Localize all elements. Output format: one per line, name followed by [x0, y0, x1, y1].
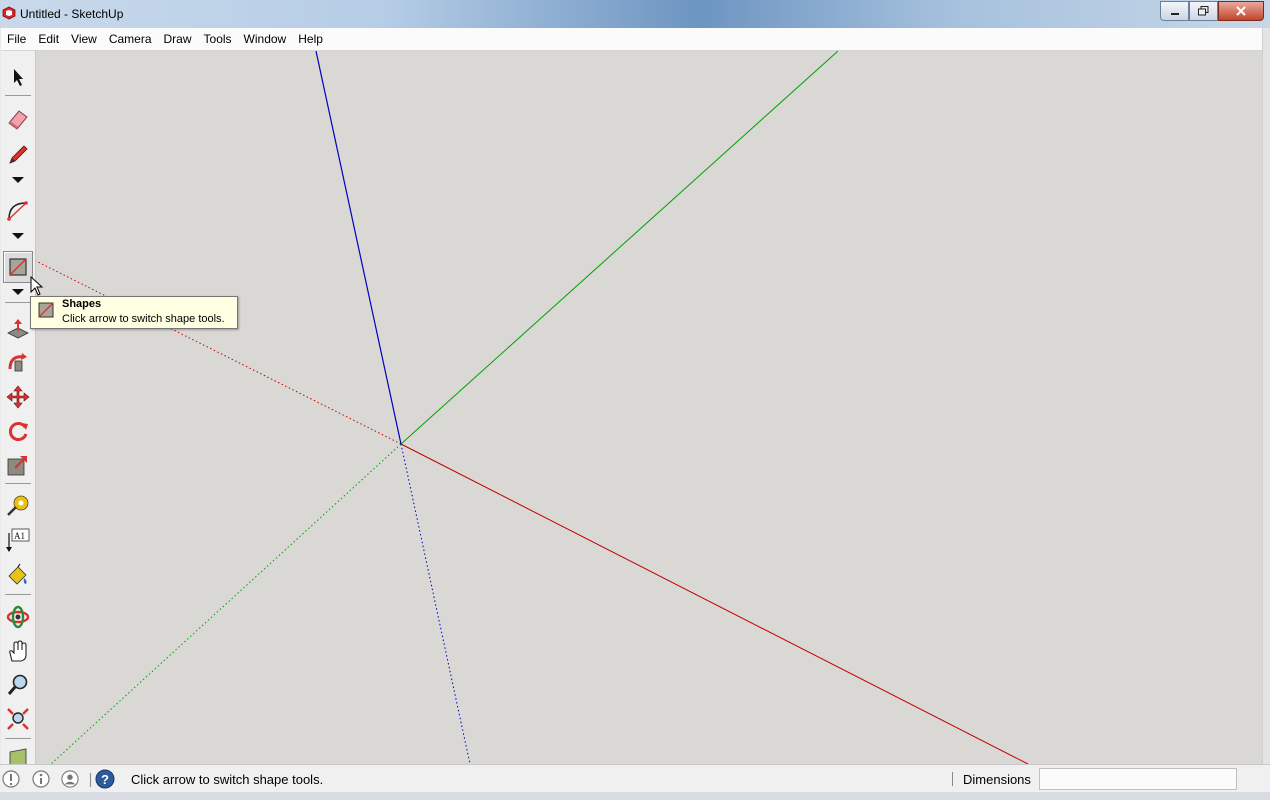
right-edge	[1262, 28, 1270, 800]
green-axis	[400, 51, 839, 445]
zoom-icon	[7, 674, 28, 695]
shapes-tool-button[interactable]	[3, 251, 33, 283]
credits-icon	[32, 770, 50, 788]
blue-axis-negative	[400, 443, 471, 764]
zoom-tool-button[interactable]	[3, 670, 33, 700]
mouse-cursor-icon	[30, 276, 44, 296]
rectangle-icon	[9, 258, 27, 276]
red-axis	[400, 443, 1029, 764]
move-icon	[6, 385, 30, 409]
paint-bucket-icon	[8, 563, 27, 585]
section-plane-tool-button[interactable]	[3, 743, 33, 764]
status-separator	[90, 773, 91, 787]
push-pull-icon	[7, 319, 29, 339]
status-separator	[952, 772, 953, 786]
close-icon	[1236, 6, 1246, 16]
follow-me-tool-button[interactable]	[3, 348, 33, 378]
select-tool-button[interactable]	[3, 62, 33, 92]
orbit-icon	[6, 605, 30, 629]
shapes-dropdown-arrow[interactable]	[10, 287, 26, 297]
menu-file[interactable]: File	[1, 28, 32, 50]
toolbar-separator	[5, 483, 31, 484]
toolbar-separator	[5, 302, 31, 303]
tooltip-description: Click arrow to switch shape tools.	[62, 313, 225, 325]
help-icon: ?	[95, 769, 115, 789]
arc-tool-button[interactable]	[3, 196, 33, 226]
help-button[interactable]: ?	[95, 769, 115, 789]
credits-button[interactable]	[32, 770, 50, 788]
drawing-area[interactable]	[36, 51, 1262, 764]
tooltip-title: Shapes	[62, 298, 102, 310]
minimize-button[interactable]	[1160, 1, 1189, 21]
menu-draw[interactable]: Draw	[158, 28, 198, 50]
svg-text:?: ?	[101, 772, 109, 787]
pencil-dropdown-arrow[interactable]	[10, 175, 26, 185]
sketchup-logo-icon	[2, 6, 16, 20]
svg-text:A1: A1	[14, 531, 25, 541]
dimensions-input[interactable]	[1039, 768, 1237, 790]
scale-tool-button[interactable]	[3, 450, 33, 480]
rectangle-icon	[38, 302, 54, 318]
pan-icon	[9, 640, 27, 662]
section-plane-icon	[9, 748, 27, 764]
chevron-down-icon	[12, 233, 24, 239]
push-pull-tool-button[interactable]	[3, 314, 33, 344]
follow-me-icon	[8, 353, 27, 372]
text-tool-button[interactable]: A1	[3, 525, 33, 555]
dimensions-label: Dimensions	[963, 772, 1031, 787]
pencil-tool-button[interactable]	[3, 140, 33, 170]
pan-tool-button[interactable]	[3, 636, 33, 666]
close-button[interactable]	[1218, 1, 1264, 21]
select-icon	[14, 69, 23, 86]
chevron-down-icon	[12, 177, 24, 183]
paint-bucket-tool-button[interactable]	[3, 559, 33, 589]
menu-help[interactable]: Help	[292, 28, 329, 50]
rotate-tool-button[interactable]	[3, 416, 33, 446]
zoom-extents-icon	[7, 708, 29, 730]
axes-canvas[interactable]	[36, 51, 1262, 764]
large-tool-set-toolbar: A1	[1, 51, 36, 764]
orbit-tool-button[interactable]	[3, 602, 33, 632]
status-bar: ? Click arrow to switch shape tools. Dim…	[0, 764, 1270, 793]
menu-bar: File Edit View Camera Draw Tools Window …	[1, 28, 1262, 51]
eraser-icon	[8, 110, 28, 130]
menu-view[interactable]: View	[65, 28, 103, 50]
arc-icon	[7, 201, 28, 221]
restore-icon	[1198, 6, 1209, 16]
minimize-icon	[1170, 13, 1179, 15]
blue-axis	[315, 51, 402, 445]
pencil-icon	[9, 145, 28, 164]
arc-dropdown-arrow[interactable]	[10, 231, 26, 241]
text-icon: A1	[6, 528, 30, 552]
toolbar-separator	[5, 95, 31, 96]
shapes-tooltip: Shapes Click arrow to switch shape tools…	[30, 296, 238, 329]
user-icon	[61, 770, 79, 788]
zoom-extents-tool-button[interactable]	[3, 704, 33, 734]
chevron-down-icon	[12, 289, 24, 295]
move-tool-button[interactable]	[3, 382, 33, 412]
window-bottom-edge	[0, 792, 1270, 800]
geo-location-icon	[2, 770, 20, 788]
geo-location-button[interactable]	[2, 770, 20, 788]
menu-tools[interactable]: Tools	[198, 28, 238, 50]
eraser-tool-button[interactable]	[3, 104, 33, 134]
menu-edit[interactable]: Edit	[32, 28, 65, 50]
tape-measure-icon	[7, 495, 29, 516]
green-axis-negative	[50, 443, 402, 764]
toolbar-separator	[5, 738, 31, 739]
window-title: Untitled - SketchUp	[20, 7, 124, 21]
rotate-icon	[8, 422, 28, 441]
maximize-button[interactable]	[1189, 1, 1218, 21]
menu-window[interactable]: Window	[238, 28, 293, 50]
menu-camera[interactable]: Camera	[103, 28, 158, 50]
title-bar: Untitled - SketchUp	[0, 0, 1270, 28]
sign-in-button[interactable]	[61, 770, 79, 788]
tape-measure-tool-button[interactable]	[3, 491, 33, 521]
status-message: Click arrow to switch shape tools.	[131, 772, 324, 787]
toolbar-separator	[5, 594, 31, 595]
scale-icon	[7, 456, 27, 476]
window-controls	[1160, 1, 1264, 21]
red-axis-negative	[36, 260, 402, 445]
